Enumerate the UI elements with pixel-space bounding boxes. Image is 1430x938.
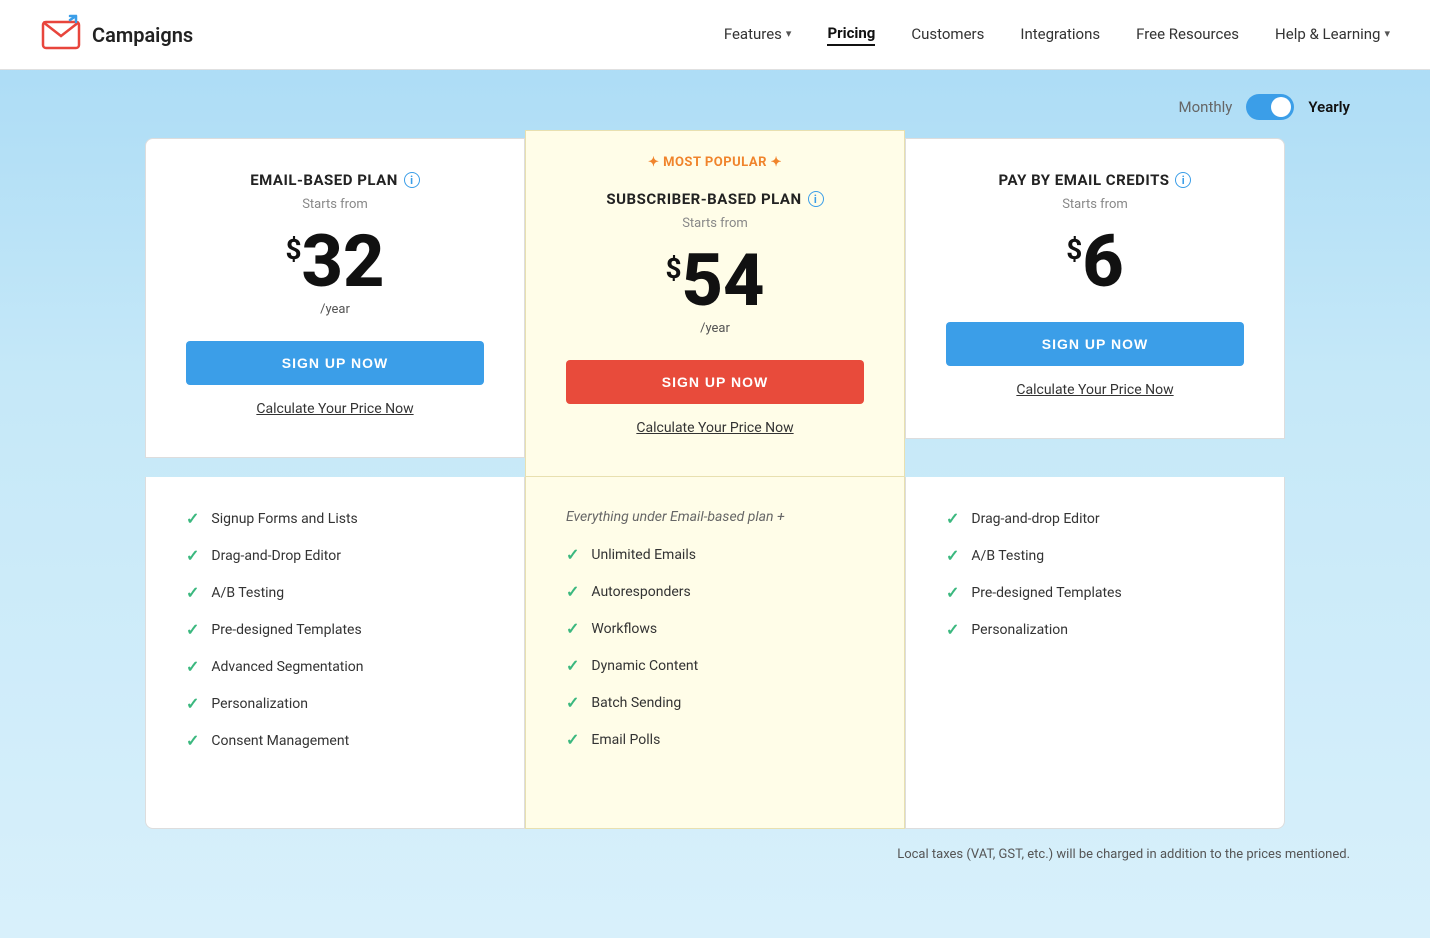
check-icon: ✓ (566, 693, 579, 712)
pay-by-credits-info-icon[interactable]: i (1175, 172, 1191, 188)
email-based-starts-from: Starts from (186, 197, 484, 212)
check-icon: ✓ (186, 509, 199, 528)
feature-consent: ✓ Consent Management (186, 731, 484, 750)
pay-by-credits-currency: $ (1066, 236, 1082, 264)
subscriber-based-price: $ 54 (566, 245, 864, 317)
most-popular-badge: ✦ MOST POPULAR ✦ (566, 155, 864, 170)
feature-dynamic-content: ✓ Dynamic Content (566, 656, 864, 675)
check-icon: ✓ (566, 619, 579, 638)
subscriber-based-plan-name: SUBSCRIBER-BASED PLAN i (566, 190, 864, 208)
nav-features[interactable]: Features ▾ (724, 25, 792, 45)
check-icon: ✓ (566, 545, 579, 564)
pricing-cards-section: EMAIL-BASED PLAN i Starts from $ 32 /yea… (0, 138, 1430, 477)
check-icon: ✓ (566, 656, 579, 675)
check-icon: ✓ (186, 583, 199, 602)
email-based-amount: 32 (302, 226, 385, 298)
email-based-currency: $ (285, 236, 301, 264)
logo-text: Campaigns (92, 23, 193, 47)
billing-toggle[interactable] (1246, 94, 1294, 120)
yearly-label: Yearly (1308, 98, 1350, 116)
check-icon: ✓ (946, 546, 959, 565)
subscriber-based-info-icon[interactable]: i (808, 191, 824, 207)
check-icon: ✓ (186, 657, 199, 676)
subscriber-based-signup-button[interactable]: SIGN UP NOW (566, 360, 864, 404)
feature-templates-2: ✓ Pre-designed Templates (946, 583, 1244, 602)
check-icon: ✓ (186, 694, 199, 713)
subscriber-based-starts-from: Starts from (566, 216, 864, 231)
pay-by-credits-amount: 6 (1082, 226, 1124, 298)
feature-autoresponders: ✓ Autoresponders (566, 582, 864, 601)
features-section: ✓ Signup Forms and Lists ✓ Drag-and-Drop… (0, 477, 1430, 829)
email-based-signup-button[interactable]: SIGN UP NOW (186, 341, 484, 385)
feature-dnd-editor-2: ✓ Drag-and-drop Editor (946, 509, 1244, 528)
pay-by-credits-starts-from: Starts from (946, 197, 1244, 212)
nav-free-resources[interactable]: Free Resources (1136, 25, 1239, 45)
email-based-price: $ 32 (186, 226, 484, 298)
email-based-plan-card: EMAIL-BASED PLAN i Starts from $ 32 /yea… (145, 138, 525, 458)
email-based-plan-name: EMAIL-BASED PLAN i (186, 171, 484, 189)
check-icon: ✓ (946, 583, 959, 602)
subscriber-based-plan-card: ✦ MOST POPULAR ✦ SUBSCRIBER-BASED PLAN i… (525, 130, 905, 477)
email-based-calculate-link[interactable]: Calculate Your Price Now (186, 401, 484, 417)
pay-by-credits-calculate-link[interactable]: Calculate Your Price Now (946, 382, 1244, 398)
help-chevron-icon: ▾ (1384, 27, 1390, 40)
feature-workflows: ✓ Workflows (566, 619, 864, 638)
check-icon: ✓ (186, 546, 199, 565)
pay-by-credits-features: ✓ Drag-and-drop Editor ✓ A/B Testing ✓ P… (905, 477, 1285, 829)
email-based-period: /year (186, 302, 484, 317)
subscriber-based-features: Everything under Email-based plan + ✓ Un… (525, 477, 905, 829)
monthly-label: Monthly (1179, 98, 1233, 116)
feature-email-polls: ✓ Email Polls (566, 730, 864, 749)
subscriber-based-period: /year (566, 321, 864, 336)
check-icon: ✓ (566, 582, 579, 601)
main-nav: Features ▾ Pricing Customers Integration… (724, 24, 1390, 46)
nav-pricing[interactable]: Pricing (827, 24, 875, 46)
footer-note: Local taxes (VAT, GST, etc.) will be cha… (0, 829, 1430, 880)
feature-personalization-2: ✓ Personalization (946, 620, 1244, 639)
check-icon: ✓ (186, 731, 199, 750)
logo: Campaigns (40, 14, 193, 56)
subscriber-based-amount: 54 (682, 245, 765, 317)
feature-templates: ✓ Pre-designed Templates (186, 620, 484, 639)
subscriber-features-intro: Everything under Email-based plan + (566, 509, 864, 525)
feature-ab-testing: ✓ A/B Testing (186, 583, 484, 602)
toggle-knob (1271, 97, 1291, 117)
nav-customers[interactable]: Customers (911, 25, 984, 45)
pay-by-credits-plan-name: PAY BY EMAIL CREDITS i (946, 171, 1244, 189)
pay-by-credits-plan-card: PAY BY EMAIL CREDITS i Starts from $ 6 S… (905, 138, 1285, 439)
billing-toggle-section: Monthly Yearly (0, 70, 1430, 128)
feature-signup-forms: ✓ Signup Forms and Lists (186, 509, 484, 528)
subscriber-based-calculate-link[interactable]: Calculate Your Price Now (566, 420, 864, 436)
feature-batch-sending: ✓ Batch Sending (566, 693, 864, 712)
nav-integrations[interactable]: Integrations (1020, 25, 1100, 45)
feature-ab-testing-2: ✓ A/B Testing (946, 546, 1244, 565)
email-based-features: ✓ Signup Forms and Lists ✓ Drag-and-Drop… (145, 477, 525, 829)
email-based-info-icon[interactable]: i (404, 172, 420, 188)
features-chevron-icon: ▾ (786, 27, 792, 40)
feature-personalization: ✓ Personalization (186, 694, 484, 713)
pay-by-credits-price: $ 6 (946, 226, 1244, 298)
logo-icon (40, 14, 82, 56)
check-icon: ✓ (946, 509, 959, 528)
check-icon: ✓ (946, 620, 959, 639)
feature-dnd-editor: ✓ Drag-and-Drop Editor (186, 546, 484, 565)
feature-segmentation: ✓ Advanced Segmentation (186, 657, 484, 676)
feature-unlimited-emails: ✓ Unlimited Emails (566, 545, 864, 564)
subscriber-based-currency: $ (665, 255, 681, 283)
check-icon: ✓ (186, 620, 199, 639)
check-icon: ✓ (566, 730, 579, 749)
nav-help-learning[interactable]: Help & Learning ▾ (1275, 25, 1390, 45)
pay-by-credits-signup-button[interactable]: SIGN UP NOW (946, 322, 1244, 366)
